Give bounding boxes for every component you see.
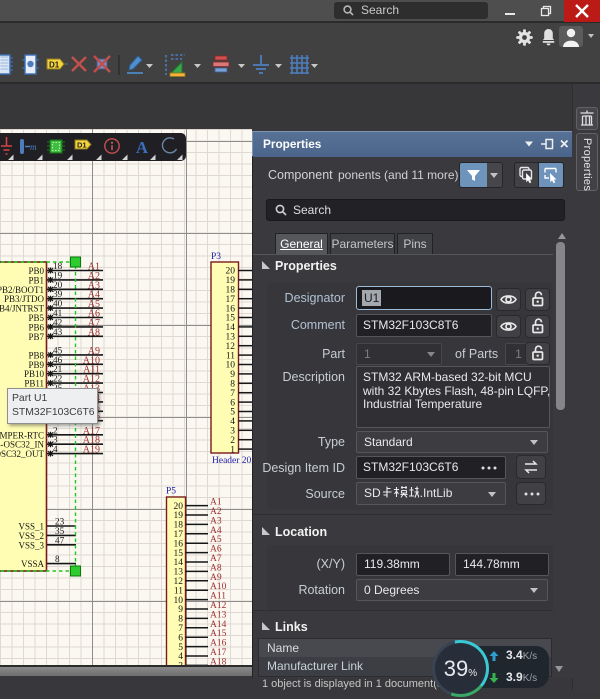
- svg-text:A8: A8: [88, 327, 100, 338]
- svg-text:D1: D1: [77, 141, 87, 150]
- svg-text:PC15-OSC32_OUT: PC15-OSC32_OUT: [0, 449, 44, 459]
- svg-text:47: 47: [55, 535, 65, 545]
- svg-text:D1: D1: [49, 61, 60, 70]
- svg-text:P5: P5: [166, 487, 176, 497]
- svg-text:P3: P3: [211, 252, 221, 262]
- svg-text:VSS_3: VSS_3: [18, 540, 44, 550]
- svg-text:4: 4: [53, 444, 58, 454]
- svg-text:1: 1: [230, 445, 235, 455]
- svg-text:8: 8: [55, 554, 60, 564]
- svg-text:m: m: [30, 142, 37, 152]
- svg-text:A: A: [136, 138, 148, 157]
- svg-text:A19: A19: [83, 445, 100, 456]
- svg-text:A18: A18: [210, 657, 227, 665]
- svg-text:43: 43: [53, 327, 63, 337]
- svg-text:VSSA: VSSA: [21, 559, 45, 569]
- svg-text:PB7: PB7: [28, 332, 44, 342]
